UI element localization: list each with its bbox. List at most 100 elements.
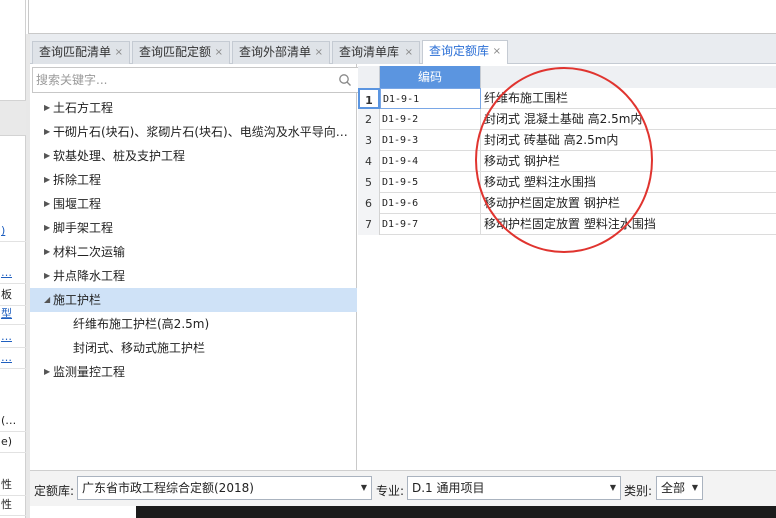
row-code[interactable]: D1-9-3 [380,130,481,151]
category-tree-panel: ▶土石方工程 ▶干砌片石(块石)、浆砌片石(块石)、电缆沟及水平导向… ▶软基处… [30,64,359,470]
row-code[interactable]: D1-9-4 [380,151,481,172]
grid-corner[interactable] [358,66,380,88]
tree-node-label: 井点降水工程 [53,269,126,283]
taskbar-strip [136,506,776,518]
major-value: D.1 通用项目 [412,481,485,495]
tree-node[interactable]: ▶ 井点降水工程 [30,264,357,288]
tree-node-label: 材料二次运输 [53,245,126,259]
chevron-down-icon[interactable]: ▼ [692,477,698,499]
tab-label: 查询清单库 [339,45,400,59]
quota-grid: 编码 1 D1-9-1 纤维布施工围栏 2 D1-9-2 封闭式 混凝土基础 高… [358,64,776,470]
quota-library-select[interactable]: 广东省市政工程综合定额(2018) ▼ [77,476,372,500]
row-name[interactable]: 封闭式 混凝土基础 高2.5m内 [481,109,776,130]
left-cell: (… [0,410,26,432]
row-code[interactable]: D1-9-2 [380,109,481,130]
grid-header: 编码 [358,66,776,88]
tree-node[interactable]: ▶ 软基处理、桩及支护工程 [30,144,357,168]
tree-node-label: 纤维布施工护栏(高2.5m) [73,317,210,331]
row-number[interactable]: 2 [358,109,380,130]
chevron-down-icon[interactable]: ▼ [361,477,367,499]
tree-node-label: 土石方工程 [53,101,114,115]
tree-node[interactable]: ▶ 拆除工程 [30,168,357,192]
table-row[interactable]: 3 D1-9-3 封闭式 砖基础 高2.5m内 [358,130,776,151]
left-cell[interactable]: … [0,262,26,284]
tab-match-quota[interactable]: 查询匹配定额 × [132,41,230,64]
tab-label: 查询匹配清单 [39,45,112,59]
tree-node-label: 拆除工程 [53,173,102,187]
quota-library-label: 定额库: [34,484,75,498]
table-row[interactable]: 4 D1-9-4 移动式 钢护栏 [358,151,776,172]
category-label: 类别: [624,484,653,498]
app-window: ) … 板 型 … … (… e) 性 性 查询匹配清单 × 查询匹配定额 × … [0,0,776,518]
tree-node[interactable]: ▶ 脚手架工程 [30,216,357,240]
major-label: 专业: [376,484,405,498]
tree-node[interactable]: ▶ 土石方工程 [30,96,357,120]
table-row[interactable]: 1 D1-9-1 纤维布施工围栏 [358,88,776,109]
row-name[interactable]: 移动护栏固定放置 塑料注水围挡 [481,214,776,235]
major-select[interactable]: D.1 通用项目 ▼ [407,476,621,500]
table-row[interactable]: 7 D1-9-7 移动护栏固定放置 塑料注水围挡 [358,214,776,235]
left-cell: e) [0,431,26,453]
row-name[interactable]: 移动护栏固定放置 钢护栏 [481,193,776,214]
row-name[interactable]: 移动式 塑料注水围挡 [481,172,776,193]
tab-match-bill[interactable]: 查询匹配清单 × [32,41,130,64]
chevron-down-icon[interactable]: ▼ [610,477,616,499]
search-input[interactable] [33,68,323,92]
category-select[interactable]: 全部 ▼ [656,476,703,500]
left-cell[interactable]: ) [0,220,26,242]
row-code[interactable]: D1-9-7 [380,214,481,235]
tab-bill-library[interactable]: 查询清单库 × [332,41,420,64]
row-code[interactable]: D1-9-5 [380,172,481,193]
row-code[interactable]: D1-9-1 [380,88,481,109]
row-name[interactable]: 纤维布施工围栏 [481,88,776,109]
tree-node[interactable]: ▶ 监测量控工程 [30,360,357,384]
column-header-name[interactable] [481,66,776,88]
tab-bar: 查询匹配清单 × 查询匹配定额 × 查询外部清单 × 查询清单库 × 查询定额库… [30,34,776,64]
row-number[interactable]: 1 [358,88,380,109]
row-number[interactable]: 7 [358,214,380,235]
left-cell[interactable]: 型 [0,303,26,325]
search-icon[interactable] [338,73,352,87]
tab-label: 查询定额库 [429,44,490,58]
close-icon[interactable]: × [115,42,123,63]
tab-label: 查询外部清单 [239,45,312,59]
search-box [32,67,359,93]
left-cell[interactable]: … [0,326,26,348]
tree-child-node[interactable]: 封闭式、移动式施工护栏 [30,336,357,360]
tab-quota-library[interactable]: 查询定额库 × [422,40,508,64]
left-panel-header [0,100,26,136]
tree-node[interactable]: ▶ 材料二次运输 [30,240,357,264]
tree-node[interactable]: ▶ 围堰工程 [30,192,357,216]
tab-external-bill[interactable]: 查询外部清单 × [232,41,330,64]
quota-library-value: 广东省市政工程综合定额(2018) [82,481,254,495]
tree-child-node[interactable]: 纤维布施工护栏(高2.5m) [30,312,357,336]
left-cell: 性 [0,494,26,516]
close-icon[interactable]: × [215,42,223,63]
row-number[interactable]: 6 [358,193,380,214]
row-number[interactable]: 3 [358,130,380,151]
table-row[interactable]: 2 D1-9-2 封闭式 混凝土基础 高2.5m内 [358,109,776,130]
tree-node[interactable]: ▶ 干砌片石(块石)、浆砌片石(块石)、电缆沟及水平导向… [30,120,357,144]
tree-node-label: 封闭式、移动式施工护栏 [73,341,206,355]
table-row[interactable]: 5 D1-9-5 移动式 塑料注水围挡 [358,172,776,193]
tree-node-label: 施工护栏 [53,293,102,307]
tree-node-label: 干砌片石(块石)、浆砌片石(块石)、电缆沟及水平导向… [53,125,348,139]
column-header-code[interactable]: 编码 [380,66,481,88]
top-pane [28,0,776,34]
close-icon[interactable]: × [493,41,501,62]
table-row[interactable]: 6 D1-9-6 移动护栏固定放置 钢护栏 [358,193,776,214]
row-name[interactable]: 封闭式 砖基础 高2.5m内 [481,130,776,151]
tree-node-label: 围堰工程 [53,197,102,211]
close-icon[interactable]: × [405,42,413,63]
row-number[interactable]: 4 [358,151,380,172]
row-number[interactable]: 5 [358,172,380,193]
tree-node-label: 软基处理、桩及支护工程 [53,149,186,163]
close-icon[interactable]: × [315,42,323,63]
row-code[interactable]: D1-9-6 [380,193,481,214]
row-name[interactable]: 移动式 钢护栏 [481,151,776,172]
tree-node-selected[interactable]: ◢ 施工护栏 [30,288,357,312]
category-value: 全部 [661,481,686,495]
left-cell: 性 [0,474,26,496]
left-panel-edge: ) … 板 型 … … (… e) 性 性 [0,0,26,518]
left-cell[interactable]: … [0,347,26,369]
